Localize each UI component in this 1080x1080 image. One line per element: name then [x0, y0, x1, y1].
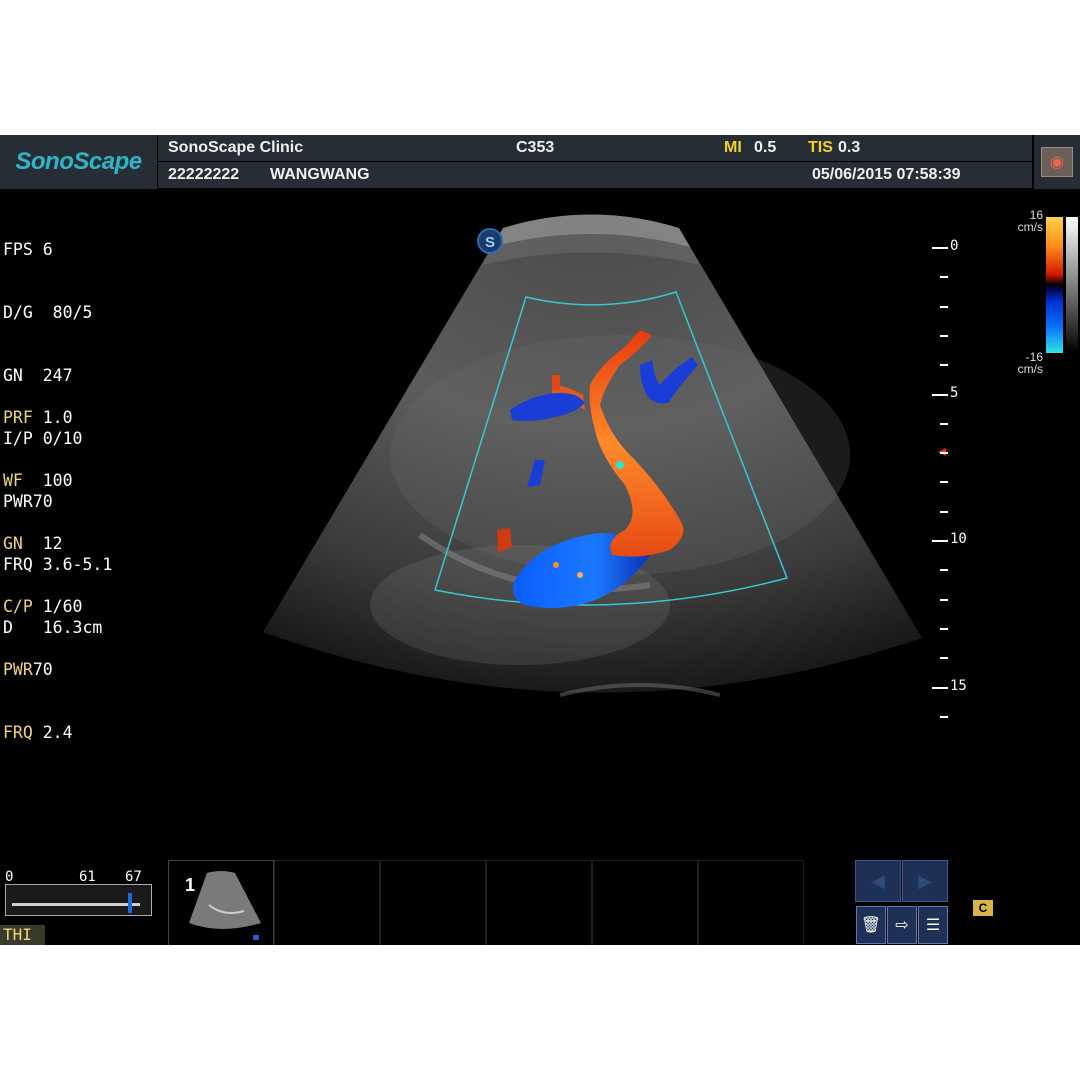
ultrasound-screen: SonoScape SonoScape Clinic C353 MI 0.5 T…	[0, 135, 1080, 945]
delete-button[interactable]: 🗑	[856, 906, 886, 944]
param-row: PWR70	[3, 660, 53, 679]
export-icon: ⇨	[895, 917, 909, 934]
trash-icon: 🗑	[860, 917, 882, 934]
depth-minor-tick	[940, 364, 948, 367]
param-row: WF 100	[3, 471, 73, 490]
chevron-left-icon: ◀	[871, 870, 885, 891]
depth-minor-tick	[940, 305, 948, 308]
prev-page-button[interactable]: ◀	[855, 860, 901, 902]
depth-label: 5	[950, 384, 959, 401]
depth-major-tick	[932, 393, 948, 396]
param-row: C/P 1/60	[3, 597, 83, 616]
thumbnail-6[interactable]	[698, 860, 804, 945]
depth-minor-tick	[940, 422, 948, 425]
thumbnail-4[interactable]	[486, 860, 592, 945]
depth-minor-tick	[940, 569, 948, 572]
thumbnail-strip: 1	[168, 860, 804, 945]
depth-minor-tick	[940, 657, 948, 660]
next-page-button[interactable]: ▶	[902, 860, 948, 902]
export-button[interactable]: ⇨	[887, 906, 917, 944]
depth-major-tick	[932, 247, 948, 249]
checklist-icon: ☰	[925, 917, 941, 934]
depth-label: 15	[950, 677, 967, 694]
param-row: FRQ 2.4	[3, 723, 73, 742]
thumbnail-2[interactable]	[274, 860, 380, 945]
slider-handle[interactable]	[128, 893, 132, 913]
chevron-right-icon: ▶	[918, 870, 932, 891]
depth-minor-tick	[940, 715, 948, 718]
param-row: FPS 6	[3, 240, 53, 259]
depth-minor-tick	[940, 598, 948, 601]
thumbnail-1[interactable]: 1	[168, 860, 274, 945]
depth-minor-tick	[940, 276, 948, 279]
depth-label: 0	[950, 238, 959, 254]
report-button[interactable]: ☰	[918, 906, 948, 944]
depth-label: 10	[950, 531, 967, 547]
param-row: PRF 1.0	[3, 408, 73, 427]
slider-track	[12, 903, 140, 906]
param-row: D/G 80/5	[3, 303, 93, 322]
grayscale-bar	[1066, 217, 1078, 353]
thi-indicator: THI	[0, 925, 45, 945]
thumbnail-5[interactable]	[592, 860, 698, 945]
slider-min-label: 0	[5, 869, 14, 885]
thumbnail-3[interactable]	[380, 860, 486, 945]
cine-indicator: C	[972, 899, 994, 917]
depth-major-tick	[932, 540, 948, 542]
depth-minor-tick	[940, 452, 948, 455]
slider-max-label: 67	[125, 869, 142, 885]
colorbar-top-label: 16 cm/s	[1017, 208, 1043, 234]
param-row: GN 12	[3, 534, 63, 553]
color-params: PRF 1.0 WF 100 GN 12 C/P 1/60 PWR70 FRQ …	[3, 365, 82, 785]
velocity-colorbar	[1046, 217, 1063, 353]
colorbar-bottom-label: -16 cm/s	[1017, 350, 1043, 376]
depth-minor-tick	[940, 627, 948, 630]
depth-minor-tick	[940, 334, 948, 337]
depth-minor-tick	[940, 510, 948, 513]
cine-slider[interactable]	[5, 884, 152, 916]
depth-minor-tick	[940, 481, 948, 484]
svg-text:S: S	[485, 234, 495, 251]
scan-image: S	[263, 214, 946, 697]
slider-mid-label: 61	[79, 869, 96, 885]
depth-major-tick	[932, 686, 948, 689]
